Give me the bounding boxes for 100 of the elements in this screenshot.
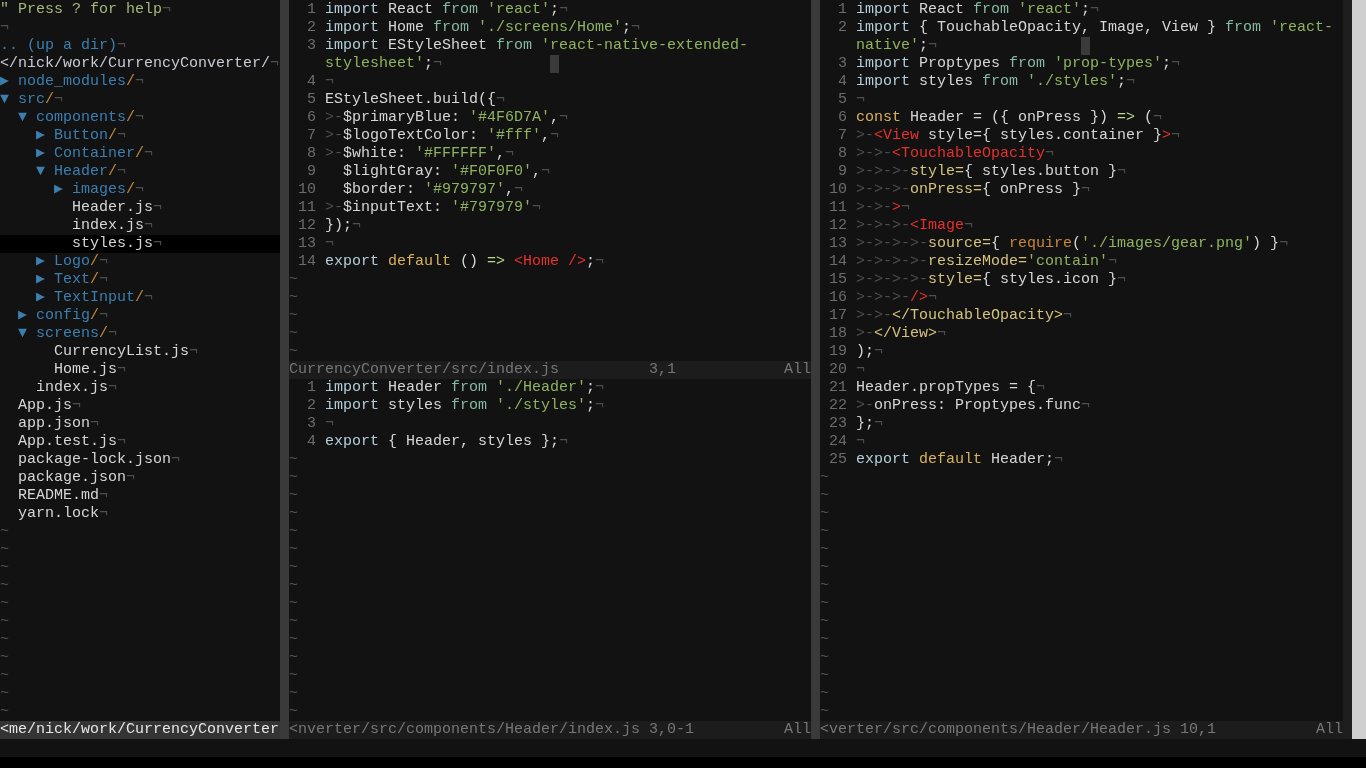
line-number: 9 <box>306 163 316 181</box>
code-line: >->->->-style={ styles.icon }¬ <box>856 271 1127 289</box>
empty-line-marker: ~ <box>289 343 299 361</box>
line-number: 15 <box>828 271 847 289</box>
tree-item[interactable]: ▶ TextInput/¬ <box>0 289 280 307</box>
line-number: 8 <box>837 145 847 163</box>
empty-line-marker: ~ <box>289 559 299 577</box>
empty-line-marker: ~ <box>289 487 299 505</box>
scroll-position: All <box>784 721 811 739</box>
code-line: >->->->-source={ require('./images/gear.png') }¬ <box>856 235 1289 253</box>
tree-item[interactable]: ▼ Header/¬ <box>0 163 280 181</box>
scroll-position: All <box>784 361 811 379</box>
line-number: 1 <box>306 1 316 19</box>
line-number: 3 <box>306 415 316 433</box>
tree-item[interactable]: package-lock.json¬ <box>0 451 280 469</box>
tree-item[interactable]: Header.js¬ <box>0 199 280 217</box>
line-number: 16 <box>828 289 847 307</box>
line-number: 2 <box>837 19 847 37</box>
line-number: 7 <box>837 127 847 145</box>
line-number: 20 <box>828 361 847 379</box>
line-number: 5 <box>306 91 316 109</box>
empty-line-marker: ~ <box>0 523 10 541</box>
line-number: 12 <box>297 217 316 235</box>
code-line: ¬ <box>325 235 334 253</box>
tree-item[interactable]: ▶ Logo/¬ <box>0 253 280 271</box>
empty-line-marker: ~ <box>289 523 299 541</box>
line-number: 3 <box>306 37 316 55</box>
file-path: <me/nick/work/CurrencyConverter <box>0 721 280 739</box>
line-number: 3 <box>837 55 847 73</box>
line-number: 1 <box>837 1 847 19</box>
code-line: >->->-<Image¬ <box>856 217 974 235</box>
parent-dir-link[interactable]: .. (up a dir)¬ <box>0 37 280 55</box>
code-line: import styles from './styles';¬ <box>325 397 605 415</box>
empty-line-marker: ~ <box>289 451 299 469</box>
line-number: 10 <box>297 181 316 199</box>
tree-item[interactable]: styles.js¬ <box>0 235 280 253</box>
code-line: );¬ <box>856 343 884 361</box>
line-number: 23 <box>828 415 847 433</box>
empty-line-marker: ~ <box>289 649 299 667</box>
code-line: native';¬ <box>856 37 938 55</box>
empty-line-marker: ~ <box>289 325 299 343</box>
line-number: 5 <box>837 91 847 109</box>
code-line: ¬ <box>325 415 334 433</box>
line-number: 24 <box>828 433 847 451</box>
tree-item[interactable]: app.json¬ <box>0 415 280 433</box>
empty-line-marker: ~ <box>820 667 830 685</box>
tree-item[interactable]: ▶ Container/¬ <box>0 145 280 163</box>
line-number: 8 <box>306 145 316 163</box>
code-line: import styles from './styles';¬ <box>856 73 1136 91</box>
tree-item[interactable]: README.md¬ <box>0 487 280 505</box>
tree-item[interactable]: package.json¬ <box>0 469 280 487</box>
code-line: >->-<TouchableOpacity¬ <box>856 145 1055 163</box>
line-number: 22 <box>828 397 847 415</box>
tree-item[interactable]: App.js¬ <box>0 397 280 415</box>
empty-line-marker: ~ <box>289 685 299 703</box>
code-line: import { TouchableOpacity, Image, View } from 'react- <box>856 19 1334 37</box>
line-number: 9 <box>837 163 847 181</box>
tree-item[interactable]: CurrencyList.js¬ <box>0 343 280 361</box>
empty-line-marker: ~ <box>0 703 10 721</box>
empty-line-marker: ~ <box>0 577 10 595</box>
code-line: import React from 'react';¬ <box>856 1 1100 19</box>
empty-line-marker: ~ <box>820 541 830 559</box>
tree-item[interactable]: yarn.lock¬ <box>0 505 280 523</box>
tree-item[interactable]: ▼ components/¬ <box>0 109 280 127</box>
code-line: Header.propTypes = {¬ <box>856 379 1046 397</box>
code-line: export default () => <Home />;¬ <box>325 253 605 271</box>
tree-item[interactable]: ▶ node_modules/¬ <box>0 73 280 91</box>
code-line: const Header = ({ onPress }) => (¬ <box>856 109 1163 127</box>
code-line: >-$inputText: '#797979'¬ <box>325 199 542 217</box>
empty-line-marker: ~ <box>820 505 830 523</box>
scrollbar[interactable] <box>1352 0 1366 739</box>
tree-item[interactable]: Home.js¬ <box>0 361 280 379</box>
tree-item[interactable]: ▶ config/¬ <box>0 307 280 325</box>
tree-item[interactable]: index.js¬ <box>0 217 280 235</box>
tree-item[interactable]: ▼ screens/¬ <box>0 325 280 343</box>
empty-line-marker: ~ <box>289 469 299 487</box>
tree-item[interactable]: ▶ Button/¬ <box>0 127 280 145</box>
code-line: import Home from './screens/Home';¬ <box>325 19 641 37</box>
line-number: 17 <box>828 307 847 325</box>
file-path: <nverter/src/components/Header/index.js <box>289 721 641 739</box>
code-line: import Header from './Header';¬ <box>325 379 605 397</box>
empty-line-marker: ~ <box>0 613 10 631</box>
empty-line-marker: ~ <box>289 289 299 307</box>
tree-item[interactable]: ▼ src/¬ <box>0 91 280 109</box>
line-number: 4 <box>306 433 316 451</box>
tree-item[interactable]: index.js¬ <box>0 379 280 397</box>
empty-line-marker: ~ <box>820 523 830 541</box>
tree-item[interactable]: ▶ Text/¬ <box>0 271 280 289</box>
code-line: >->->->-resizeMode='contain'¬ <box>856 253 1118 271</box>
code-line: import EStyleSheet from 'react-native-extended- <box>325 37 749 55</box>
code-line: });¬ <box>325 217 362 235</box>
root-path: </nick/work/CurrencyConverter/¬ <box>0 55 280 73</box>
code-line: >-$white: '#FFFFFF',¬ <box>325 145 515 163</box>
tree-item[interactable]: App.test.js¬ <box>0 433 280 451</box>
tree-item[interactable]: ▶ images/¬ <box>0 181 280 199</box>
empty-line-marker: ~ <box>0 595 10 613</box>
code-line: };¬ <box>856 415 884 433</box>
empty-line-marker: ~ <box>0 559 10 577</box>
code-line: $border: '#979797',¬ <box>342 181 524 199</box>
empty-line-marker: ~ <box>0 649 10 667</box>
